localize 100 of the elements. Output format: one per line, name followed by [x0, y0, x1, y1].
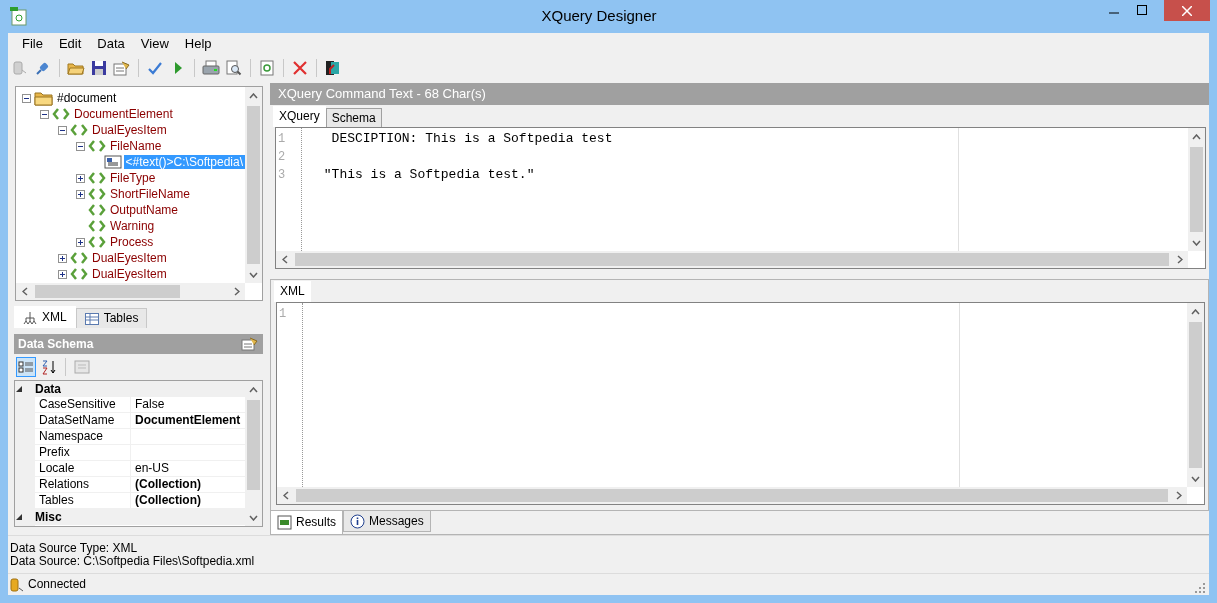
- horizontal-scrollbar[interactable]: [277, 487, 1187, 504]
- tree-item[interactable]: Warning: [108, 218, 157, 234]
- element-icon: [70, 122, 88, 138]
- tree-item[interactable]: DualEyesItem: [90, 250, 169, 266]
- resize-grip-icon[interactable]: [1194, 581, 1206, 594]
- scroll-up-icon[interactable]: [249, 386, 258, 393]
- scroll-right-icon[interactable]: [1176, 255, 1183, 264]
- scroll-down-icon[interactable]: [249, 271, 258, 278]
- vertical-scrollbar[interactable]: [245, 87, 262, 283]
- line-number: 1: [277, 132, 287, 148]
- category-label[interactable]: Misc: [35, 509, 62, 525]
- expand-icon[interactable]: [76, 173, 85, 183]
- property-name[interactable]: Relations: [35, 477, 131, 493]
- property-name[interactable]: Prefix: [35, 445, 131, 461]
- scroll-thumb[interactable]: [1190, 147, 1203, 232]
- menu-item[interactable]: File: [14, 34, 51, 54]
- properties-icon[interactable]: [241, 337, 259, 351]
- element-icon: [52, 106, 70, 122]
- category-label[interactable]: Data: [35, 381, 61, 397]
- tree-item[interactable]: Process: [108, 234, 156, 250]
- scroll-thumb[interactable]: [247, 106, 260, 264]
- scroll-thumb[interactable]: [296, 489, 1168, 502]
- print-icon[interactable]: [202, 60, 220, 76]
- vertical-scrollbar[interactable]: [245, 381, 262, 526]
- panel-tab[interactable]: Tables: [75, 308, 148, 328]
- scroll-up-icon[interactable]: [1192, 133, 1201, 140]
- editor-tab[interactable]: XQuery: [273, 105, 326, 127]
- element-icon: [88, 202, 106, 218]
- expand-icon[interactable]: [76, 189, 85, 199]
- tree-item[interactable]: DualEyesItem: [90, 266, 169, 282]
- collapse-icon[interactable]: [76, 141, 85, 151]
- horizontal-scrollbar[interactable]: [276, 251, 1188, 268]
- menu-item[interactable]: Help: [176, 34, 220, 54]
- scroll-down-icon[interactable]: [1191, 475, 1200, 482]
- scroll-down-icon[interactable]: [1192, 239, 1201, 246]
- result-tab[interactable]: Results: [270, 511, 343, 535]
- scroll-right-icon[interactable]: [233, 287, 240, 296]
- close-icon[interactable]: [1182, 5, 1192, 16]
- element-icon: [70, 266, 88, 282]
- scroll-thumb[interactable]: [247, 400, 260, 490]
- collapse-icon[interactable]: [58, 125, 67, 135]
- tree-item[interactable]: FileName: [108, 138, 164, 154]
- scroll-thumb[interactable]: [1189, 322, 1202, 468]
- property-name[interactable]: DataSetName: [35, 413, 131, 429]
- sort-icon[interactable]: [41, 359, 57, 375]
- property-name[interactable]: Locale: [35, 461, 131, 477]
- scroll-left-icon[interactable]: [281, 255, 288, 264]
- collapse-icon[interactable]: [40, 109, 49, 119]
- panel-title: Data Schema: [18, 336, 94, 352]
- properties-icon[interactable]: [113, 60, 131, 76]
- tree-item[interactable]: DocumentElement: [72, 106, 175, 122]
- tree-item[interactable]: FileType: [108, 170, 158, 186]
- scroll-thumb[interactable]: [35, 285, 180, 298]
- line-number: 1: [278, 307, 288, 323]
- scroll-left-icon[interactable]: [282, 491, 289, 500]
- scroll-up-icon[interactable]: [1191, 308, 1200, 315]
- expand-icon[interactable]: [58, 269, 67, 279]
- check-icon[interactable]: [147, 60, 163, 76]
- element-icon: [70, 250, 88, 266]
- panel-tab[interactable]: XML: [14, 306, 76, 328]
- exit-icon[interactable]: [325, 60, 341, 76]
- plug-icon[interactable]: [35, 60, 51, 76]
- vertical-scrollbar[interactable]: [1187, 303, 1204, 487]
- folder-icon[interactable]: [67, 60, 85, 76]
- scroll-up-icon[interactable]: [249, 92, 258, 99]
- editor-tab[interactable]: Schema: [325, 107, 382, 127]
- window-title: XQuery Designer: [540, 7, 658, 25]
- tree-item[interactable]: ShortFileName: [108, 186, 193, 202]
- horizontal-scrollbar[interactable]: [16, 283, 245, 300]
- result-tab[interactable]: Messages: [343, 511, 431, 532]
- save-icon[interactable]: [91, 60, 107, 76]
- line-number: 3: [277, 168, 287, 184]
- scroll-left-icon[interactable]: [21, 287, 28, 296]
- hierarchy-icon: [23, 310, 37, 325]
- expand-icon[interactable]: [76, 237, 85, 247]
- property-name[interactable]: CaseSensitive: [35, 397, 131, 413]
- vertical-scrollbar[interactable]: [1188, 128, 1205, 251]
- scroll-down-icon[interactable]: [249, 514, 258, 521]
- print-preview-icon[interactable]: [226, 60, 242, 76]
- menu-item[interactable]: Edit: [50, 34, 90, 54]
- menu-item[interactable]: Data: [89, 34, 133, 54]
- expand-icon[interactable]: [58, 253, 67, 263]
- status-text: Connected: [28, 577, 87, 592]
- menu-item[interactable]: View: [132, 34, 177, 54]
- element-icon: [88, 234, 106, 250]
- line-number: 2: [277, 150, 287, 166]
- scroll-right-icon[interactable]: [1175, 491, 1182, 500]
- grid-icon: [277, 515, 292, 530]
- collapse-icon[interactable]: [22, 93, 31, 103]
- text-node-icon: [103, 154, 122, 170]
- tree-item[interactable]: DualEyesItem: [90, 122, 169, 138]
- refresh-icon[interactable]: [259, 60, 275, 76]
- scroll-thumb[interactable]: [295, 253, 1169, 266]
- editor-tab[interactable]: XML: [274, 280, 311, 302]
- delete-icon[interactable]: [292, 60, 308, 76]
- maximize-icon[interactable]: [1137, 5, 1147, 15]
- tree-item[interactable]: #document: [55, 90, 119, 106]
- close-button[interactable]: [1164, 0, 1210, 21]
- tree-item[interactable]: OutputName: [108, 202, 181, 218]
- property-name[interactable]: Namespace: [35, 429, 131, 445]
